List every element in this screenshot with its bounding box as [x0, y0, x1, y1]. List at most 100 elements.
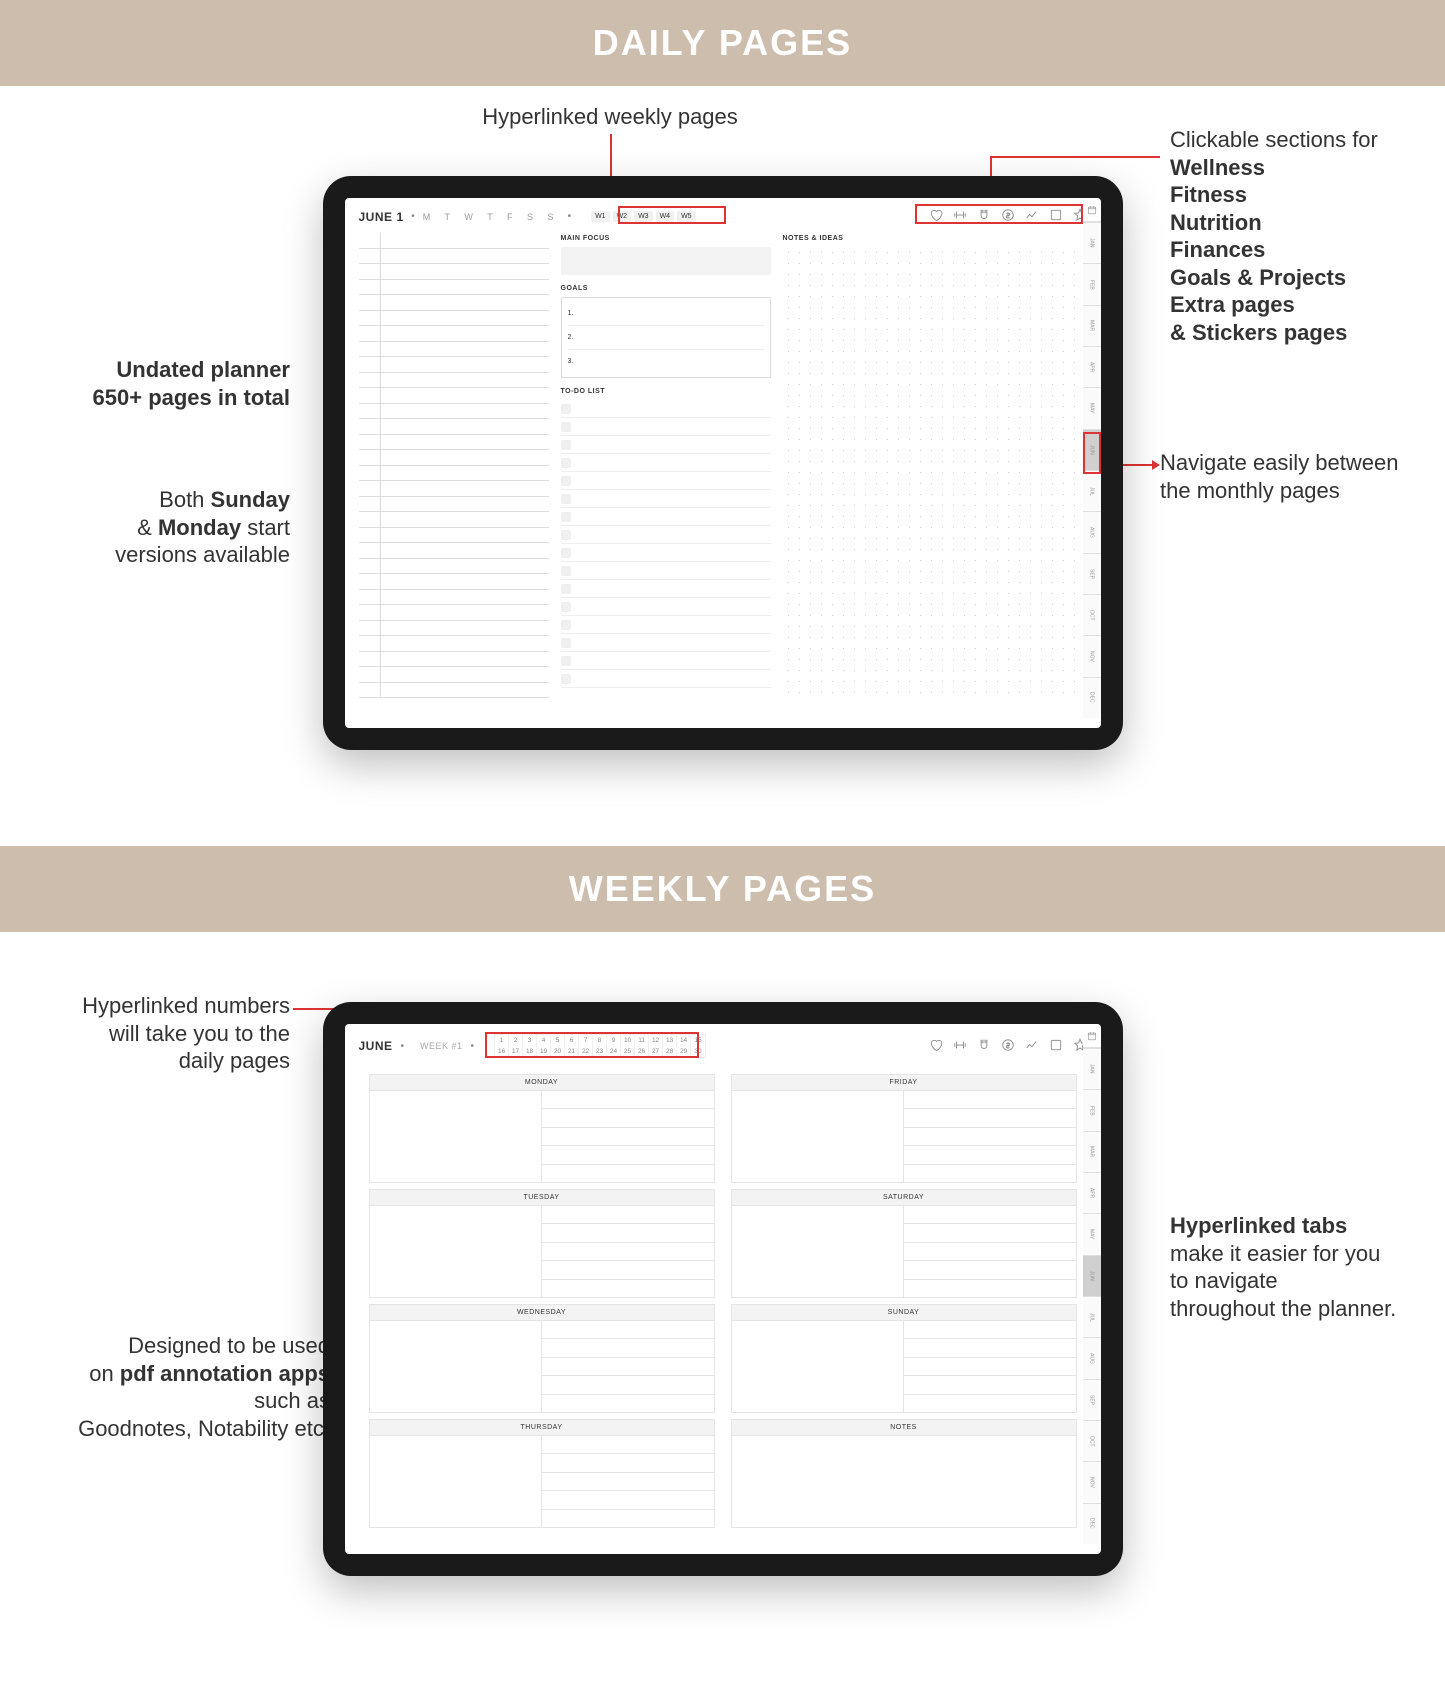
date-10[interactable]: 10: [621, 1035, 635, 1046]
month-tab-nov[interactable]: NOV: [1083, 635, 1101, 676]
schedule-row[interactable]: [359, 419, 549, 435]
date-21[interactable]: 21: [565, 1046, 579, 1057]
date-1[interactable]: 1: [495, 1035, 509, 1046]
date-14[interactable]: 14: [677, 1035, 691, 1046]
month-tab-dec[interactable]: DEC: [1083, 677, 1101, 718]
schedule-row[interactable]: [359, 512, 549, 528]
date-28[interactable]: 28: [663, 1046, 677, 1057]
schedule-row[interactable]: [359, 543, 549, 559]
goals-icon[interactable]: [1025, 208, 1039, 225]
date-22[interactable]: 22: [579, 1046, 593, 1057]
month-tab-may[interactable]: MAY: [1083, 387, 1101, 428]
fitness-icon[interactable]: [953, 208, 967, 225]
date-3[interactable]: 3: [523, 1035, 537, 1046]
todo-row[interactable]: [561, 436, 771, 454]
date-16[interactable]: 16: [495, 1046, 509, 1057]
schedule-row[interactable]: [359, 559, 549, 575]
nutrition-icon[interactable]: [977, 1038, 991, 1055]
schedule-row[interactable]: [359, 342, 549, 358]
wellness-icon[interactable]: [929, 1038, 943, 1055]
month-tab-may[interactable]: MAY: [1083, 1213, 1101, 1254]
date-2[interactable]: 2: [509, 1035, 523, 1046]
todo-row[interactable]: [561, 418, 771, 436]
date-23[interactable]: 23: [593, 1046, 607, 1057]
date-26[interactable]: 26: [635, 1046, 649, 1057]
calendar-tab[interactable]: [1083, 198, 1101, 222]
todo-row[interactable]: [561, 598, 771, 616]
date-17[interactable]: 17: [509, 1046, 523, 1057]
date-30[interactable]: 30: [691, 1046, 705, 1057]
schedule-row[interactable]: [359, 357, 549, 373]
month-tab-jun[interactable]: JUN: [1083, 429, 1101, 470]
week-btn-w2[interactable]: W2: [613, 211, 632, 222]
month-tab-sep[interactable]: SEP: [1083, 553, 1101, 594]
nutrition-icon[interactable]: [977, 208, 991, 225]
schedule-row[interactable]: [359, 574, 549, 590]
month-tab-feb[interactable]: FEB: [1083, 263, 1101, 304]
schedule-row[interactable]: [359, 311, 549, 327]
extra-icon[interactable]: [1049, 208, 1063, 225]
schedule-row[interactable]: [359, 404, 549, 420]
todo-row[interactable]: [561, 634, 771, 652]
month-tab-mar[interactable]: MAR: [1083, 305, 1101, 346]
date-9[interactable]: 9: [607, 1035, 621, 1046]
schedule-row[interactable]: [359, 605, 549, 621]
month-tab-sep[interactable]: SEP: [1083, 1379, 1101, 1420]
date-5[interactable]: 5: [551, 1035, 565, 1046]
month-tab-jan[interactable]: JAN: [1083, 1048, 1101, 1089]
week-btn-w1[interactable]: W1: [591, 211, 610, 222]
schedule-row[interactable]: [359, 667, 549, 683]
calendar-tab-weekly[interactable]: [1083, 1024, 1101, 1048]
goals-box[interactable]: 1. 2. 3.: [561, 297, 771, 378]
schedule-row[interactable]: [359, 280, 549, 296]
month-tab-aug[interactable]: AUG: [1083, 1337, 1101, 1378]
todo-row[interactable]: [561, 652, 771, 670]
schedule-row[interactable]: [359, 388, 549, 404]
schedule-row[interactable]: [359, 590, 549, 606]
schedule-row[interactable]: [359, 652, 549, 668]
schedule-row[interactable]: [359, 497, 549, 513]
fitness-icon[interactable]: [953, 1038, 967, 1055]
todo-row[interactable]: [561, 616, 771, 634]
schedule-row[interactable]: [359, 264, 549, 280]
goals-icon[interactable]: [1025, 1038, 1039, 1055]
todo-row[interactable]: [561, 670, 771, 688]
month-tab-dec[interactable]: DEC: [1083, 1503, 1101, 1544]
date-8[interactable]: 8: [593, 1035, 607, 1046]
schedule-row[interactable]: [359, 683, 549, 699]
todo-row[interactable]: [561, 544, 771, 562]
month-tab-oct[interactable]: OCT: [1083, 594, 1101, 635]
todo-row[interactable]: [561, 490, 771, 508]
schedule-row[interactable]: [359, 528, 549, 544]
date-27[interactable]: 27: [649, 1046, 663, 1057]
schedule-row[interactable]: [359, 481, 549, 497]
date-13[interactable]: 13: [663, 1035, 677, 1046]
date-24[interactable]: 24: [607, 1046, 621, 1057]
week-btn-w4[interactable]: W4: [656, 211, 675, 222]
date-7[interactable]: 7: [579, 1035, 593, 1046]
todo-row[interactable]: [561, 472, 771, 490]
month-tab-nov[interactable]: NOV: [1083, 1461, 1101, 1502]
extra-icon[interactable]: [1049, 1038, 1063, 1055]
schedule-row[interactable]: [359, 636, 549, 652]
date-6[interactable]: 6: [565, 1035, 579, 1046]
date-19[interactable]: 19: [537, 1046, 551, 1057]
schedule-row[interactable]: [359, 295, 549, 311]
schedule-row[interactable]: [359, 435, 549, 451]
month-tab-feb[interactable]: FEB: [1083, 1089, 1101, 1130]
date-4[interactable]: 4: [537, 1035, 551, 1046]
month-tab-jul[interactable]: JUL: [1083, 1296, 1101, 1337]
month-tab-mar[interactable]: MAR: [1083, 1131, 1101, 1172]
todo-row[interactable]: [561, 400, 771, 418]
todo-row[interactable]: [561, 526, 771, 544]
date-18[interactable]: 18: [523, 1046, 537, 1057]
month-tab-aug[interactable]: AUG: [1083, 511, 1101, 552]
month-tab-jan[interactable]: JAN: [1083, 222, 1101, 263]
date-12[interactable]: 12: [649, 1035, 663, 1046]
todo-row[interactable]: [561, 454, 771, 472]
schedule-row[interactable]: [359, 373, 549, 389]
date-29[interactable]: 29: [677, 1046, 691, 1057]
date-15[interactable]: 15: [691, 1035, 705, 1046]
schedule-row[interactable]: [359, 621, 549, 637]
finances-icon[interactable]: [1001, 1038, 1015, 1055]
